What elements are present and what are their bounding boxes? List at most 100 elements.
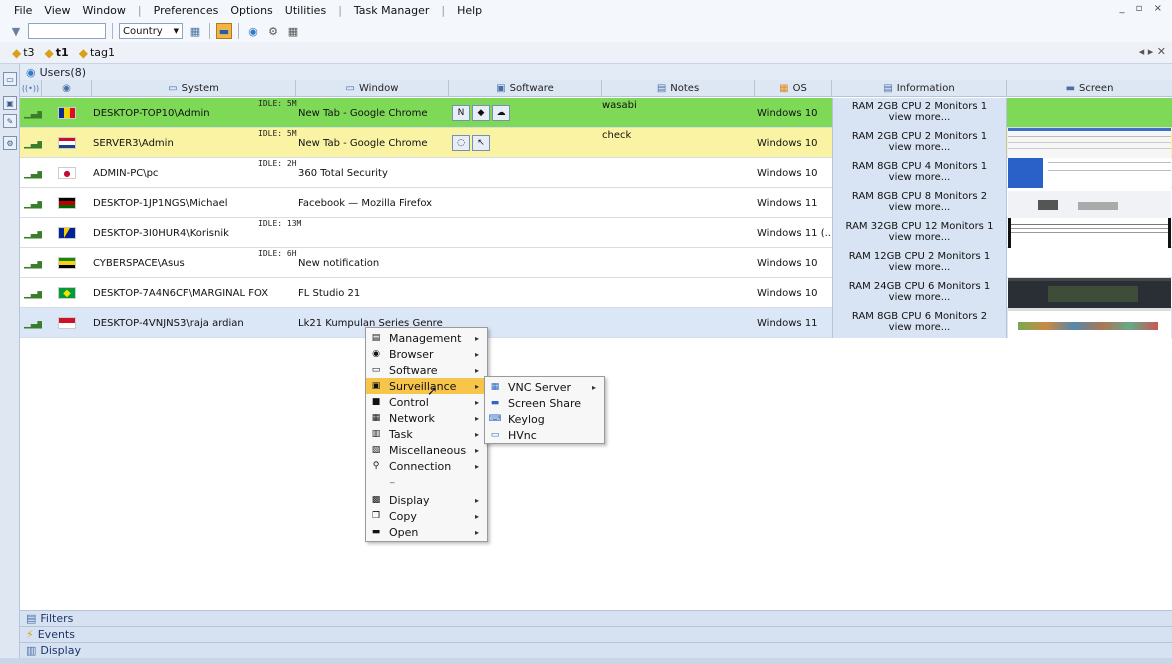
submenu-item-keylog[interactable]: ⌨ Keylog <box>485 411 604 427</box>
gear-icon[interactable]: ⚙ <box>265 23 281 39</box>
context-menu-item-management[interactable]: ▤ Management ▸ <box>366 330 487 346</box>
system-info[interactable]: RAM 12GB CPU 2 Monitors 1 view more... <box>832 248 1007 278</box>
tab-t3[interactable]: ◆ t3 <box>10 46 37 60</box>
grid-header: ((•)) ◉ ▭ System ▭ Window ▣ Software ▤ N… <box>20 80 1172 97</box>
user-row[interactable]: ▁▃▅▇ SERVER3\Admin IDLE: 5M New Tab - Go… <box>20 128 1172 158</box>
software-app-icon[interactable]: N <box>452 105 470 121</box>
submenu-arrow-icon: ▸ <box>474 397 479 407</box>
context-menu-item-open[interactable]: ▬ Open ▸ <box>366 524 487 540</box>
view-more-link[interactable]: view more... <box>833 232 1006 243</box>
events-panel[interactable]: ⚡ Events <box>20 626 1172 642</box>
filter-input[interactable] <box>28 23 106 39</box>
misc-icon: ▧ <box>371 445 381 455</box>
screen-thumbnail[interactable] <box>1008 128 1171 158</box>
menu-view[interactable]: View <box>38 4 76 17</box>
context-menu-item-miscellaneous[interactable]: ▧ Miscellaneous ▸ <box>366 442 487 458</box>
user-row[interactable]: ▁▃▅▇ ◆ DESKTOP-7A4N6CF\MARGINAL FOX FL S… <box>20 278 1172 308</box>
menu-file[interactable]: File <box>8 4 38 17</box>
context-menu-item-network[interactable]: ▦ Network ▸ <box>366 410 487 426</box>
screen-thumbnail[interactable] <box>1008 218 1171 248</box>
screen-thumbnail[interactable] <box>1008 188 1171 218</box>
context-menu-item-display[interactable]: ▩ Display ▸ <box>366 492 487 508</box>
country-dropdown[interactable]: Country ▼ <box>119 23 183 39</box>
view-more-link[interactable]: view more... <box>833 112 1006 123</box>
user-row[interactable]: ▁▃▅▇ DESKTOP-3I0HUR4\Korisnik IDLE: 13M … <box>20 218 1172 248</box>
group-icon[interactable]: ▦ <box>187 23 203 39</box>
globe-icon[interactable]: ◉ <box>245 23 261 39</box>
note-text <box>602 158 752 188</box>
system-info[interactable]: RAM 8GB CPU 6 Monitors 2 view more... <box>832 308 1007 338</box>
menu-preferences[interactable]: Preferences <box>148 4 225 17</box>
view-more-link[interactable]: view more... <box>833 292 1006 303</box>
col-os[interactable]: ▦ OS <box>755 80 832 97</box>
user-row[interactable]: ▁▃▅▇ CYBERSPACE\Asus IDLE: 6H New notifi… <box>20 248 1172 278</box>
view-more-link[interactable]: view more... <box>833 172 1006 183</box>
submenu-item-vnc-server[interactable]: ▦ VNC Server ▸ <box>485 379 604 395</box>
context-menu-item-software[interactable]: ▭ Software ▸ <box>366 362 487 378</box>
filters-panel[interactable]: ▤ Filters <box>20 610 1172 626</box>
filter-icon[interactable]: ▼ <box>8 23 24 39</box>
context-menu-item-task[interactable]: ▥ Task ▸ <box>366 426 487 442</box>
context-menu-item-label: Management <box>389 331 462 345</box>
view-more-link[interactable]: view more... <box>833 202 1006 213</box>
screen-thumbnail[interactable] <box>1008 278 1171 308</box>
software-app-icon[interactable]: ◌ <box>452 135 470 151</box>
screen-thumbnail[interactable] <box>1008 158 1171 188</box>
monitor-icon[interactable]: ▭ <box>3 72 17 86</box>
submenu-item-hvnc[interactable]: ▭ HVnc <box>485 427 604 443</box>
view-more-link[interactable]: view more... <box>833 322 1006 333</box>
submenu-item-label: Keylog <box>508 412 545 426</box>
country-flag-icon <box>58 128 78 158</box>
menu-utilities[interactable]: Utilities <box>279 4 332 17</box>
user-row[interactable]: ▁▃▅▇ ● ADMIN-PC\pc IDLE: 2H 360 Total Se… <box>20 158 1172 188</box>
users-group-header[interactable]: ◉ Users(8) <box>20 64 1172 80</box>
system-info[interactable]: RAM 8GB CPU 4 Monitors 1 view more... <box>832 158 1007 188</box>
col-notes[interactable]: ▤ Notes <box>602 80 755 97</box>
display-panel[interactable]: ▥ Display <box>20 642 1172 658</box>
submenu-arrow-icon: ▸ <box>474 381 479 391</box>
menu-help[interactable]: Help <box>451 4 488 17</box>
view-more-link[interactable]: view more... <box>833 262 1006 273</box>
user-row[interactable]: ▁▃▅▇ DESKTOP-4VNJNS3\raja ardian Lk21 Ku… <box>20 308 1172 338</box>
screen-thumbnail[interactable] <box>1008 308 1171 338</box>
software-app-icon[interactable]: ◆ <box>472 105 490 121</box>
image-icon[interactable]: ▣ <box>3 96 17 110</box>
context-menu-item-copy[interactable]: ❐ Copy ▸ <box>366 508 487 524</box>
screen-thumbnail[interactable] <box>1008 98 1171 128</box>
tab-navigation[interactable]: ◂ ▸ ✕ <box>1139 45 1166 58</box>
tab-t1[interactable]: ◆ t1 <box>43 46 71 60</box>
screen-thumbnail[interactable] <box>1008 248 1171 278</box>
col-system[interactable]: ▭ System <box>92 80 296 97</box>
calculator-icon[interactable]: ▦ <box>285 23 301 39</box>
toolbar-separator <box>209 23 210 39</box>
window-controls[interactable]: _ ▫ × <box>1119 3 1166 14</box>
settings-icon[interactable]: ⚙ <box>3 136 17 150</box>
view-more-link[interactable]: view more... <box>833 142 1006 153</box>
col-information[interactable]: ▤ Information <box>832 80 1007 97</box>
context-menu-item-browser[interactable]: ◉ Browser ▸ <box>366 346 487 362</box>
system-info[interactable]: RAM 2GB CPU 2 Monitors 1 view more... <box>832 98 1007 128</box>
col-country[interactable]: ◉ <box>42 80 92 97</box>
context-menu-item-connection[interactable]: ⚲ Connection ▸ <box>366 458 487 474</box>
submenu-arrow-icon: ▸ <box>474 365 479 375</box>
system-info[interactable]: RAM 24GB CPU 6 Monitors 1 view more... <box>832 278 1007 308</box>
system-info[interactable]: RAM 8GB CPU 8 Monitors 2 view more... <box>832 188 1007 218</box>
context-menu-item-label: Display <box>389 493 430 507</box>
col-software[interactable]: ▣ Software <box>449 80 602 97</box>
edit-icon[interactable]: ✎ <box>3 114 17 128</box>
software-app-icon[interactable]: ☁ <box>492 105 510 121</box>
system-info[interactable]: RAM 2GB CPU 2 Monitors 1 view more... <box>832 128 1007 158</box>
submenu-item-screen-share[interactable]: ▬ Screen Share <box>485 395 604 411</box>
col-signal[interactable]: ((•)) <box>20 80 42 97</box>
tab-tag1[interactable]: ◆ tag1 <box>77 46 117 60</box>
user-row[interactable]: ▁▃▅▇ DESKTOP-1JP1NGS\Michael Facebook — … <box>20 188 1172 218</box>
software-app-icon[interactable]: ↖ <box>472 135 490 151</box>
monitor-icon[interactable]: ▬ <box>216 23 232 39</box>
col-window[interactable]: ▭ Window <box>296 80 449 97</box>
user-row[interactable]: ▁▃▅▇ DESKTOP-TOP10\Admin IDLE: 5M New Ta… <box>20 98 1172 128</box>
col-screen[interactable]: ▬ Screen <box>1007 80 1172 97</box>
menu-options[interactable]: Options <box>224 4 278 17</box>
menu-task-manager[interactable]: Task Manager <box>348 4 435 17</box>
menu-window[interactable]: Window <box>77 4 132 17</box>
system-info[interactable]: RAM 32GB CPU 12 Monitors 1 view more... <box>832 218 1007 248</box>
